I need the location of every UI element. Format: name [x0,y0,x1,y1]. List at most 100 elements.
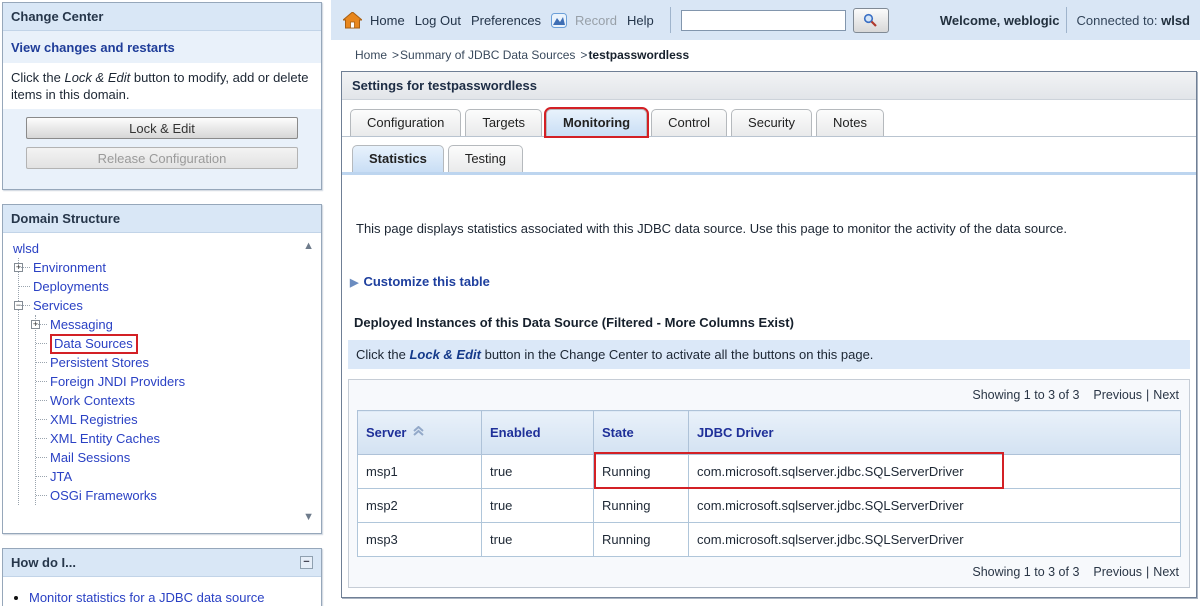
customize-table-link[interactable]: ▶ Customize this table [350,274,1190,289]
tree-item-messaging[interactable]: Messaging [50,317,113,332]
subtab-bar: Statistics Testing [342,137,1196,175]
home-icon[interactable] [343,12,362,29]
settings-panel: Settings for testpasswordless Configurat… [341,71,1197,598]
welcome-label: Welcome, weblogic [940,13,1060,28]
info-text-pre: Click the [356,347,409,362]
tree-item-xml-registries[interactable]: XML Registries [50,412,138,427]
toolbar-divider [670,7,671,33]
column-header-jdbc-driver[interactable]: JDBC Driver [689,411,1181,455]
previous-button: Previous [1093,388,1142,402]
connected-prefix: Connected to: [1077,13,1162,28]
tab-notes[interactable]: Notes [816,109,884,136]
tab-control[interactable]: Control [651,109,727,136]
next-button: Next [1153,565,1179,579]
tab-security[interactable]: Security [731,109,812,136]
home-link[interactable]: Home [370,13,405,28]
lock-edit-button[interactable]: Lock & Edit [26,117,298,139]
domain-structure-title: Domain Structure [3,205,321,233]
preferences-link[interactable]: Preferences [471,13,541,28]
tree-connector [36,362,47,363]
tree-connector [19,286,30,287]
tree-connector [36,438,47,439]
subtab-statistics[interactable]: Statistics [352,145,444,172]
cell-enabled: true [482,523,594,557]
page-title: Settings for testpasswordless [342,72,1196,100]
breadcrumb-home[interactable]: Home [355,48,387,62]
tree-connector [19,267,30,268]
cell-jdbc-driver: com.microsoft.sqlserver.jdbc.SQLServerDr… [689,523,1181,557]
cell-server: msp2 [358,489,482,523]
how-do-i-body: Monitor statistics for a JDBC data sourc… [3,577,321,606]
next-button: Next [1153,388,1179,402]
toolbar-divider [1066,7,1067,33]
change-center-title-label: Change Center [11,9,103,24]
change-center-buttons: Lock & Edit Release Configuration [3,109,321,189]
tree-connector [36,419,47,420]
tree-item-xml-entity-caches[interactable]: XML Entity Caches [50,431,160,446]
tab-monitoring[interactable]: Monitoring [546,109,647,136]
column-label: Enabled [490,425,541,440]
breadcrumb-jdbc-summary[interactable]: Summary of JDBC Data Sources [400,48,575,62]
collapse-panel-icon[interactable] [300,556,313,569]
help-link[interactable]: Help [627,13,654,28]
tree-connector [36,476,47,477]
search-input[interactable] [681,10,846,31]
cell-jdbc-driver: com.microsoft.sqlserver.jdbc.SQLServerDr… [689,455,1181,489]
pagination-showing: Showing 1 to 3 of 3 [972,565,1079,579]
cell-enabled: true [482,489,594,523]
tab-configuration[interactable]: Configuration [350,109,461,136]
lock-edit-info-bar: Click the Lock & Edit button in the Chan… [348,340,1190,369]
change-center-panel: Change Center View changes and restarts … [2,2,322,190]
pagination-top: Showing 1 to 3 of 3Previous|Next [357,386,1181,410]
list-item: Monitor statistics for a JDBC data sourc… [29,589,313,606]
cell-server: msp3 [358,523,482,557]
column-header-state[interactable]: State [594,411,689,455]
column-label: JDBC Driver [697,425,774,440]
previous-button: Previous [1093,565,1142,579]
scroll-up-icon[interactable]: ▲ [303,241,314,252]
domain-structure-panel: Domain Structure wlsd Environment Deploy… [2,204,322,534]
tree-connector [19,305,30,306]
column-header-enabled[interactable]: Enabled [482,411,594,455]
table-row: msp3 true Running com.microsoft.sqlserve… [358,523,1181,557]
column-header-server[interactable]: Server [358,411,482,455]
view-changes-link[interactable]: View changes and restarts [11,40,175,55]
page-description: This page displays statistics associated… [356,221,1190,236]
record-label: Record [575,13,617,28]
view-changes-row: View changes and restarts [3,31,321,63]
connected-label: Connected to: wlsd [1077,13,1190,28]
cell-state: Running [594,523,689,557]
search-button[interactable] [853,8,889,33]
tree-item-persistent-stores[interactable]: Persistent Stores [50,355,149,370]
tree-item-jta[interactable]: JTA [50,469,72,484]
table-heading: Deployed Instances of this Data Source (… [354,315,1190,330]
tree-item-deployments[interactable]: Deployments [33,279,109,294]
customize-table-label: Customize this table [363,274,489,289]
tab-targets[interactable]: Targets [465,109,542,136]
weblogic-console-page: Change Center View changes and restarts … [0,0,1200,606]
tree-connector [36,495,47,496]
monitor-statistics-link[interactable]: Monitor statistics for a JDBC data sourc… [29,590,265,605]
cell-state: Running [594,455,689,489]
breadcrumb: Home>Summary of JDBC Data Sources>testpa… [331,40,1200,68]
tree-item-osgi-frameworks[interactable]: OSGi Frameworks [50,488,157,503]
tree-item-environment[interactable]: Environment [33,260,106,275]
tree-item-services[interactable]: Services [33,298,83,313]
sort-ascending-icon [412,426,425,436]
breadcrumb-separator: > [580,48,587,62]
subtab-testing[interactable]: Testing [448,145,523,172]
pagination-bottom: Showing 1 to 3 of 3Previous|Next [357,557,1181,581]
tree-item-foreign-jndi-providers[interactable]: Foreign JNDI Providers [50,374,185,389]
tree-item-data-sources[interactable]: Data Sources [54,336,133,351]
logout-link[interactable]: Log Out [415,13,461,28]
console-toolbar: Home Log Out Preferences Record Help Wel… [331,0,1200,40]
main-area: Home Log Out Preferences Record Help Wel… [331,0,1200,598]
annotation-box-data-sources: Data Sources [50,334,138,354]
arrow-right-icon: ▶ [350,277,358,289]
tree-item-mail-sessions[interactable]: Mail Sessions [50,450,130,465]
tree-item-work-contexts[interactable]: Work Contexts [50,393,135,408]
table-header-row: Server Enabled State JDBC Driver [358,411,1181,455]
scroll-down-icon[interactable]: ▼ [303,512,314,523]
tree-item-wlsd[interactable]: wlsd [13,241,39,256]
how-do-i-title: How do I... [11,555,76,570]
